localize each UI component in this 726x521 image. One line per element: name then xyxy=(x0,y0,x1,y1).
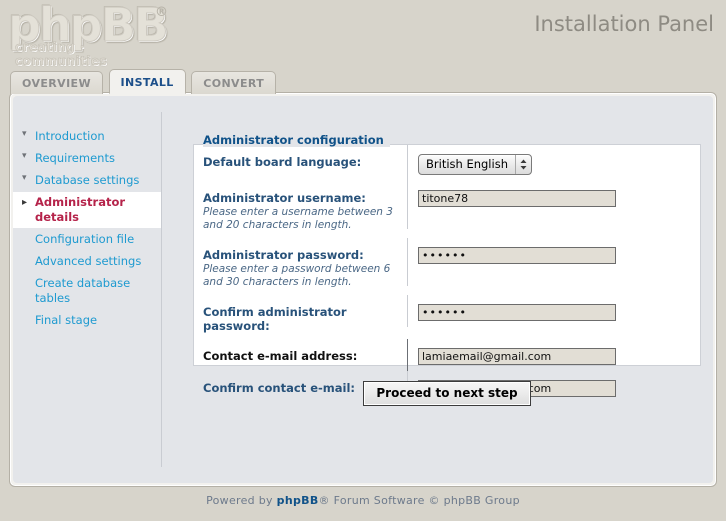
stepper-arrows-icon[interactable] xyxy=(514,155,531,174)
email-control xyxy=(407,339,700,371)
sidebar-item-advanced-settings[interactable]: Advanced settings xyxy=(13,251,161,272)
username-label-text: Administrator username: xyxy=(203,191,366,205)
username-description: Please enter a username between 3 and 20… xyxy=(203,206,393,231)
tab-overview[interactable]: OVERVIEW xyxy=(10,71,104,94)
sidebar-item-label: Requirements xyxy=(35,151,115,165)
sidebar-divider xyxy=(161,112,162,467)
sidebar-item-requirements[interactable]: Requirements xyxy=(13,148,161,169)
sidebar-item-label: Introduction xyxy=(35,129,105,143)
sidebar-item-label: Configuration file xyxy=(35,232,135,246)
language-select-value: British English xyxy=(426,157,508,171)
password-label: Administrator password: Please enter a p… xyxy=(194,238,407,295)
username-control xyxy=(407,181,700,229)
sidebar-item-introduction[interactable]: Introduction xyxy=(13,126,161,147)
section-heading: Administrator configuration xyxy=(203,133,390,147)
password-control xyxy=(407,238,700,286)
chevron-down-icon xyxy=(22,174,30,182)
sidebar-item-label: Administrator details xyxy=(35,195,126,224)
sidebar-item-label: Database settings xyxy=(35,173,140,187)
confirm-password-control xyxy=(407,295,700,327)
tab-install[interactable]: INSTALL xyxy=(108,69,186,94)
footer-brand: phpBB xyxy=(276,494,319,507)
install-sidebar: Introduction Requirements Database setti… xyxy=(13,96,161,483)
footer-prefix: Powered by xyxy=(206,494,277,507)
language-select[interactable]: British English xyxy=(418,154,532,175)
admin-configuration-form: Default board language: British English xyxy=(193,144,701,403)
confirm-password-input[interactable] xyxy=(418,304,616,321)
page-footer: Powered by phpBB® Forum Software © phpBB… xyxy=(0,494,726,507)
password-description: Please enter a password between 6 and 30… xyxy=(203,263,391,288)
form-row-language: Default board language: British English xyxy=(194,145,700,181)
form-row-password: Administrator password: Please enter a p… xyxy=(194,238,700,295)
sidebar-item-create-database-tables[interactable]: Create database tables xyxy=(13,273,161,309)
sidebar-item-administrator-details[interactable]: Administrator details xyxy=(13,192,161,228)
language-label: Default board language: xyxy=(203,155,362,169)
form-row-email: Contact e-mail address: xyxy=(194,339,700,371)
sidebar-item-final-stage[interactable]: Final stage xyxy=(13,310,161,331)
sidebar-item-label: Advanced settings xyxy=(35,254,142,268)
tab-convert[interactable]: CONVERT xyxy=(191,71,277,94)
submit-row: Proceed to next step xyxy=(181,381,713,406)
password-input[interactable] xyxy=(418,247,616,264)
form-row-confirm-password: Confirm administrator password: xyxy=(194,295,700,339)
proceed-to-next-step-button[interactable]: Proceed to next step xyxy=(363,381,531,406)
chevron-down-icon xyxy=(22,152,30,160)
email-label: Contact e-mail address: xyxy=(203,349,358,363)
content-area: Administrator configuration Default boar… xyxy=(181,96,713,483)
tab-bar: OVERVIEW INSTALL CONVERT xyxy=(10,69,278,94)
chevron-right-icon xyxy=(22,196,30,207)
logo-tagline: creating · communities xyxy=(15,40,108,69)
sidebar-item-label: Final stage xyxy=(35,313,98,327)
phpbb-logo: phpBB ® creating · communities xyxy=(8,0,173,68)
page-title: Installation Panel xyxy=(534,12,714,36)
panel-inner: Introduction Requirements Database setti… xyxy=(13,96,713,483)
footer-suffix: ® Forum Software © phpBB Group xyxy=(318,494,520,507)
registered-trademark-icon: ® xyxy=(155,5,168,20)
email-input[interactable] xyxy=(418,348,616,365)
confirm-password-label: Confirm administrator password: xyxy=(203,305,347,333)
sidebar-item-configuration-file[interactable]: Configuration file xyxy=(13,229,161,250)
page-header: phpBB ® creating · communities Installat… xyxy=(0,0,726,68)
main-panel: Introduction Requirements Database setti… xyxy=(9,92,717,487)
language-control: British English xyxy=(407,145,700,181)
sidebar-item-label: Create database tables xyxy=(35,276,131,305)
username-input[interactable] xyxy=(418,190,616,207)
form-row-username: Administrator username: Please enter a u… xyxy=(194,181,700,238)
chevron-down-icon xyxy=(22,130,30,138)
sidebar-item-database-settings[interactable]: Database settings xyxy=(13,170,161,191)
password-label-text: Administrator password: xyxy=(203,248,364,262)
username-label: Administrator username: Please enter a u… xyxy=(194,181,407,238)
